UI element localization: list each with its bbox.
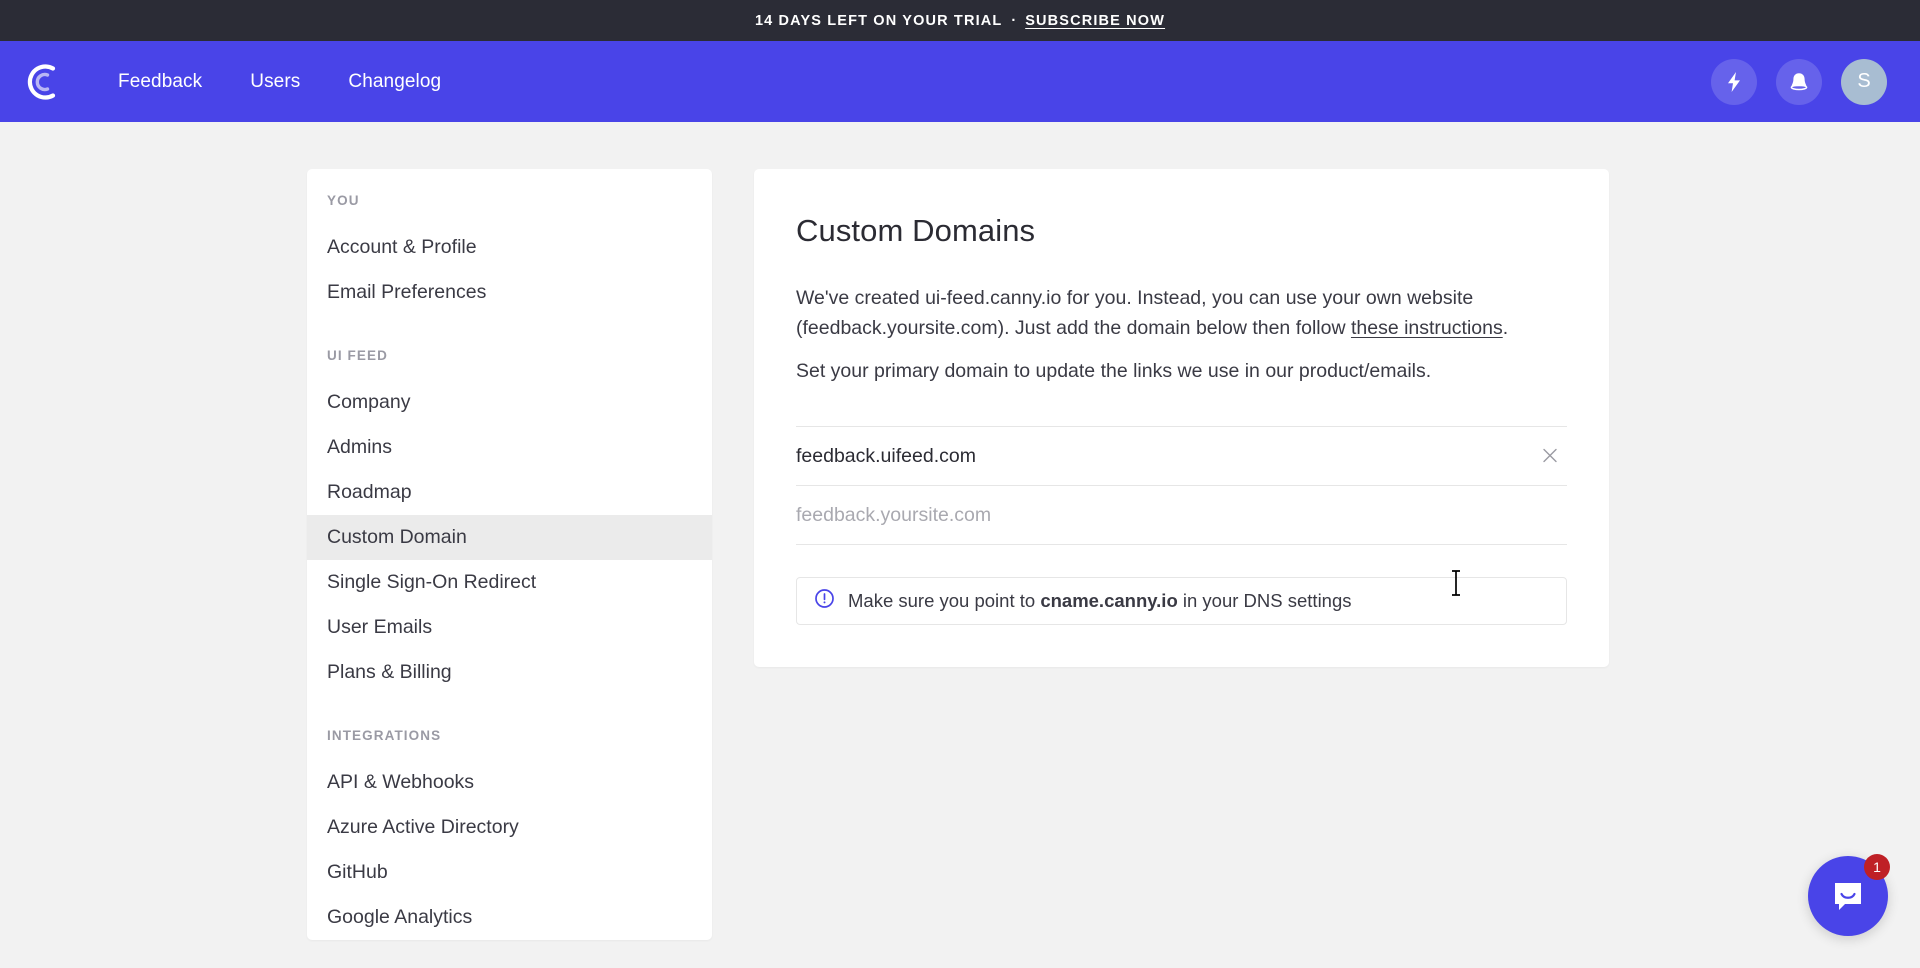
- alert-circle-icon: [814, 588, 835, 614]
- sidebar-group-ui-feed: UI FEED Company Admins Roadmap Custom Do…: [307, 348, 712, 695]
- sidebar-item-admins[interactable]: Admins: [307, 425, 712, 470]
- settings-sidebar: YOU Account & Profile Email Preferences …: [307, 169, 712, 940]
- trial-banner-separator: ·: [1011, 13, 1016, 29]
- these-instructions-link[interactable]: these instructions: [1351, 317, 1503, 339]
- avatar-initial: S: [1857, 70, 1870, 93]
- sidebar-item-api-webhooks[interactable]: API & Webhooks: [307, 760, 712, 805]
- custom-domains-card: Custom Domains We've created ui-feed.can…: [754, 169, 1609, 667]
- canny-c-logo-icon[interactable]: [20, 59, 66, 105]
- sidebar-item-account-profile[interactable]: Account & Profile: [307, 225, 712, 270]
- dns-notice: Make sure you point to cname.canny.io in…: [796, 577, 1567, 625]
- sidebar-item-google-analytics[interactable]: Google Analytics: [307, 895, 712, 940]
- sidebar-group-label: UI FEED: [307, 348, 712, 363]
- top-navbar: Feedback Users Changelog S: [0, 41, 1920, 122]
- nav-link-changelog[interactable]: Changelog: [348, 71, 441, 93]
- dns-notice-text-before: Make sure you point to: [848, 590, 1040, 611]
- nav-link-feedback[interactable]: Feedback: [118, 71, 202, 93]
- nav-actions: S: [1711, 59, 1887, 105]
- new-domain-input[interactable]: [796, 504, 1567, 527]
- trial-banner: 14 DAYS LEFT ON YOUR TRIAL · SUBSCRIBE N…: [0, 0, 1920, 41]
- sidebar-item-email-preferences[interactable]: Email Preferences: [307, 270, 712, 315]
- sidebar-item-single-sign-on-redirect[interactable]: Single Sign-On Redirect: [307, 560, 712, 605]
- sidebar-item-plans-billing[interactable]: Plans & Billing: [307, 650, 712, 695]
- domain-value[interactable]: feedback.uifeed.com: [796, 445, 976, 468]
- card-primary-domain-note: Set your primary domain to update the li…: [796, 356, 1567, 386]
- sidebar-item-azure-active-directory[interactable]: Azure Active Directory: [307, 805, 712, 850]
- sidebar-item-github[interactable]: GitHub: [307, 850, 712, 895]
- nav-link-users[interactable]: Users: [250, 71, 300, 93]
- trial-banner-text: 14 DAYS LEFT ON YOUR TRIAL: [755, 13, 1002, 29]
- dns-cname-value: cname.canny.io: [1040, 590, 1177, 611]
- sidebar-item-company[interactable]: Company: [307, 380, 712, 425]
- avatar[interactable]: S: [1841, 59, 1887, 105]
- sidebar-group-you: YOU Account & Profile Email Preferences: [307, 193, 712, 315]
- dns-notice-text: Make sure you point to cname.canny.io in…: [848, 590, 1352, 612]
- page-body: YOU Account & Profile Email Preferences …: [0, 122, 1920, 940]
- page-title: Custom Domains: [796, 213, 1567, 249]
- new-domain-row: [796, 486, 1567, 545]
- nav-links: Feedback Users Changelog: [118, 71, 441, 93]
- intercom-launcher: 1: [1808, 856, 1888, 936]
- sidebar-group-integrations: INTEGRATIONS API & Webhooks Azure Active…: [307, 728, 712, 940]
- bell-icon[interactable]: [1776, 59, 1822, 105]
- sidebar-item-custom-domain[interactable]: Custom Domain: [307, 515, 712, 560]
- subscribe-now-link[interactable]: SUBSCRIBE NOW: [1025, 13, 1165, 29]
- dns-notice-text-after: in your DNS settings: [1178, 590, 1352, 611]
- sidebar-group-label: YOU: [307, 193, 712, 208]
- card-description-part2: .: [1503, 317, 1508, 339]
- card-description: We've created ui-feed.canny.io for you. …: [796, 283, 1567, 343]
- intercom-unread-badge[interactable]: 1: [1864, 854, 1890, 880]
- sidebar-item-user-emails[interactable]: User Emails: [307, 605, 712, 650]
- domain-row: feedback.uifeed.com: [796, 427, 1567, 486]
- sidebar-item-roadmap[interactable]: Roadmap: [307, 470, 712, 515]
- sidebar-group-label: INTEGRATIONS: [307, 728, 712, 743]
- close-icon[interactable]: [1537, 442, 1563, 468]
- lightning-bolt-icon[interactable]: [1711, 59, 1757, 105]
